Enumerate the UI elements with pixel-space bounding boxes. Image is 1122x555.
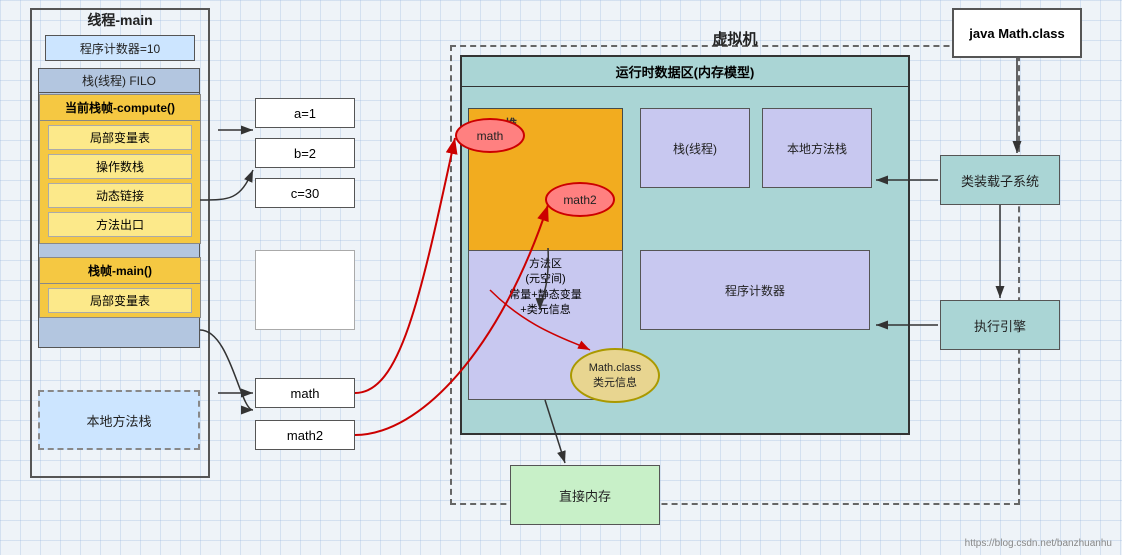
stack-frame-compute: 当前栈帧-compute() 局部变量表 操作数栈 动态链接 方法出口	[39, 94, 201, 244]
math-object-ellipse: math	[455, 118, 525, 153]
frame-compute-title: 当前栈帧-compute()	[40, 95, 200, 121]
method-area-text: 方法区(元空间)常量+静态变量+类元信息	[469, 251, 622, 319]
main-local-vars: 局部变量表	[48, 288, 192, 313]
empty-box	[255, 250, 355, 330]
dynamic-link-item: 动态链接	[48, 183, 192, 208]
java-class-box: java Math.class	[952, 8, 1082, 58]
thread-main-title: 线程-main	[30, 8, 210, 30]
var-c-box: c=30	[255, 178, 355, 208]
exec-engine-box: 执行引擎	[940, 300, 1060, 350]
class-meta-text: Math.class类元信息	[589, 362, 642, 390]
watermark: https://blog.csdn.net/banzhuanhu	[965, 538, 1112, 549]
class-loader-box: 类装载子系统	[940, 155, 1060, 205]
jvm-title: 虚拟机	[450, 28, 1020, 49]
direct-memory-box: 直接内存	[510, 465, 660, 525]
native-stack-area: 本地方法栈	[762, 108, 872, 188]
native-method-box: 本地方法栈	[38, 390, 200, 450]
math2-object-ellipse: math2	[545, 182, 615, 217]
stack-title: 栈(线程) FILO	[39, 69, 199, 93]
method-exit-item: 方法出口	[48, 212, 192, 237]
stack-thread-area: 栈(线程)	[640, 108, 750, 188]
var-a-box: a=1	[255, 98, 355, 128]
stack-frame-main: 栈帧-main() 局部变量表	[39, 257, 201, 318]
var-math2-box: math2	[255, 420, 355, 450]
frame-main-title: 栈帧-main()	[40, 258, 200, 284]
runtime-title: 运行时数据区(内存模型)	[462, 57, 908, 87]
diagram-container: 线程-main 程序计数器=10 栈(线程) FILO 当前栈帧-compute…	[0, 0, 1122, 555]
pc-counter-jvm: 程序计数器	[640, 250, 870, 330]
pc-counter-left: 程序计数器=10	[45, 35, 195, 61]
stack-section: 栈(线程) FILO 当前栈帧-compute() 局部变量表 操作数栈 动态链…	[38, 68, 200, 348]
local-vars-item: 局部变量表	[48, 125, 192, 150]
class-meta-ellipse: Math.class类元信息	[570, 348, 660, 403]
var-math-box: math	[255, 378, 355, 408]
var-b-box: b=2	[255, 138, 355, 168]
operand-stack-item: 操作数栈	[48, 154, 192, 179]
